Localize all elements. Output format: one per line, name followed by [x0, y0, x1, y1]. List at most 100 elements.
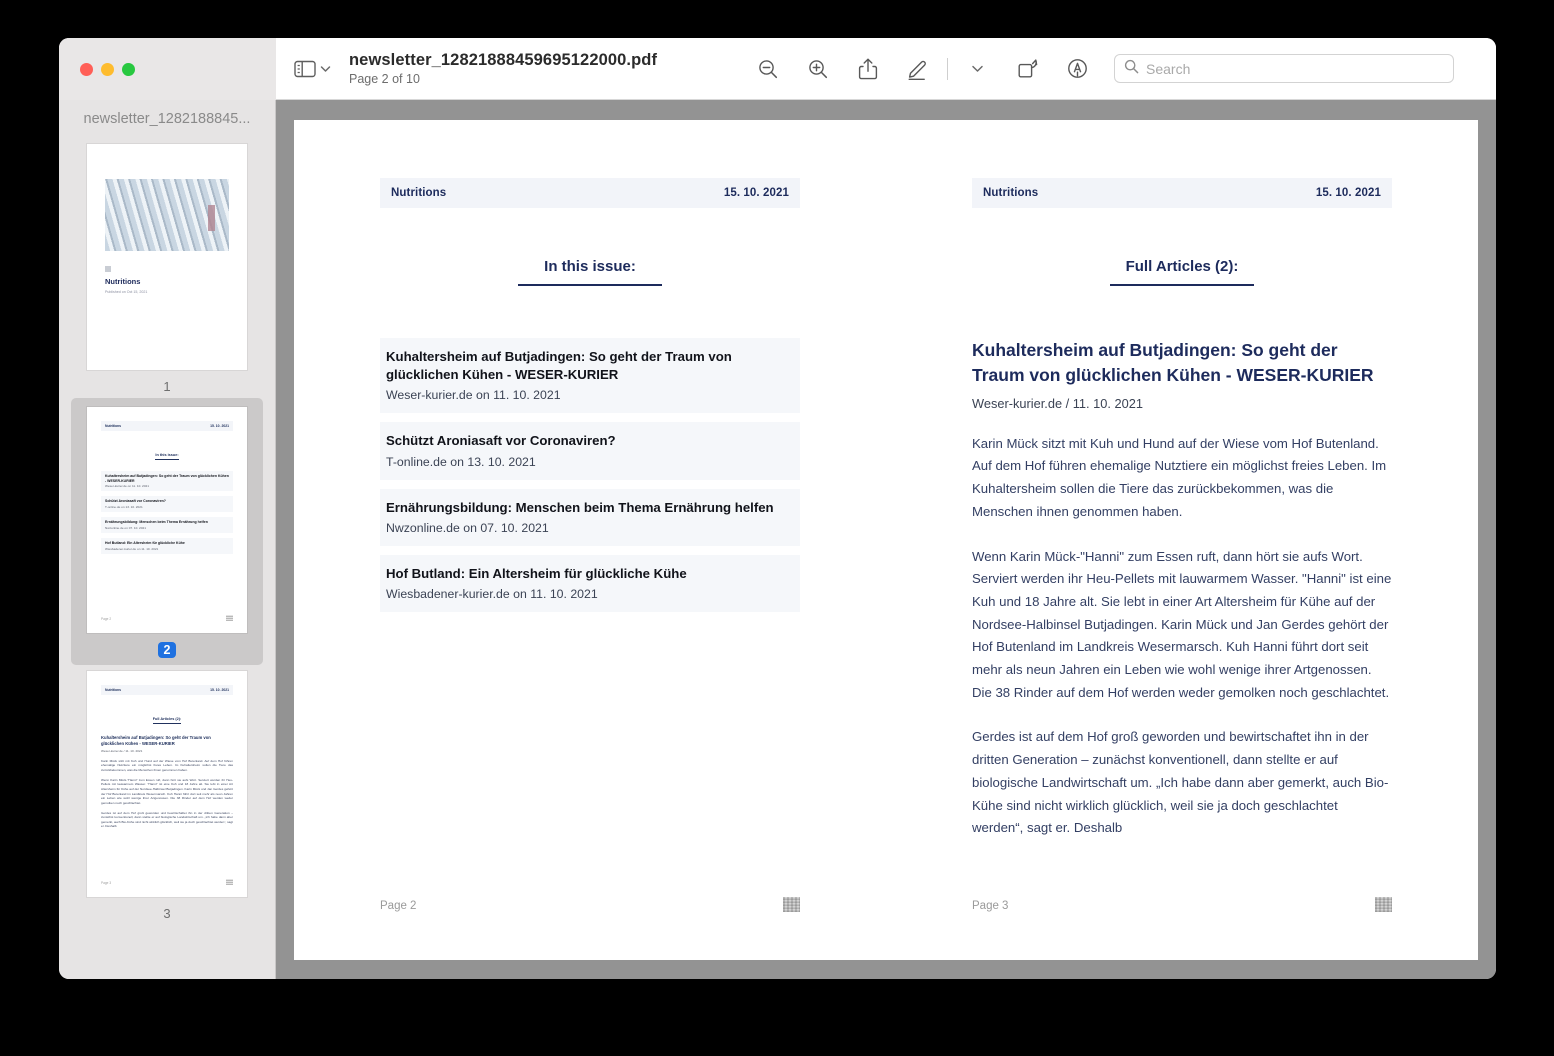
header-date: 15. 10. 2021 [1315, 187, 1381, 199]
zoom-out-icon[interactable] [755, 56, 781, 82]
thumbnail-image: Nutritions Published on Oct 15, 2021 [87, 144, 247, 370]
zoom-in-icon[interactable] [805, 56, 831, 82]
page-header: Nutritions 15. 10. 2021 [972, 178, 1392, 208]
chevron-down-icon[interactable] [964, 56, 990, 82]
thumbnail-page-3[interactable]: Nutritions 15. 10. 2021 Full Articles (2… [59, 665, 275, 925]
window-body: newsletter_1282188845... Nutritions Publ… [59, 100, 1496, 979]
document-page-2: Nutritions 15. 10. 2021 In this issue: K… [294, 120, 886, 960]
list-item-title: Kuhaltersheim auf Butjadingen: So geht d… [386, 349, 732, 383]
section-heading: In this issue: [380, 258, 800, 286]
mini-list-item: Ernährungsbildung: Menschen beim Thema E… [101, 517, 233, 533]
list-item-title: Ernährungsbildung: Menschen beim Thema E… [386, 499, 774, 515]
page-header: Nutritions 15. 10. 2021 [380, 178, 800, 208]
table-of-contents: Kuhaltersheim auf Butjadingen: So geht d… [380, 338, 800, 613]
article-paragraph: Gerdes ist auf dem Hof groß geworden und… [972, 729, 1389, 836]
thumbnail-content: Nutritions 15. 10. 2021 Full Articles (2… [87, 671, 247, 897]
mini-section-title: In this issue: [101, 443, 233, 461]
article-paragraph: Karin Mück sitzt mit Kuh und Hund auf de… [972, 435, 1387, 519]
list-item-source: Wiesbadener-kurier.de on 11. 10. 2021 [386, 587, 598, 602]
mini-footer-label: Page 3 [101, 881, 112, 885]
minimize-button[interactable] [101, 62, 114, 76]
sidebar-toggle-group[interactable] [294, 60, 331, 78]
chevron-down-icon[interactable] [320, 65, 331, 73]
list-item-source: Weser-kurier.de on 11. 10. 2021 [386, 388, 561, 403]
document-page-3: Nutritions 15. 10. 2021 Full Articles (2… [886, 120, 1478, 960]
mini-date: 15. 10. 2021 [210, 424, 229, 428]
mini-date: 15. 10. 2021 [210, 688, 229, 692]
document-viewer[interactable]: Nutritions 15. 10. 2021 In this issue: K… [276, 100, 1496, 979]
share-icon[interactable] [855, 56, 881, 82]
publisher-logo [226, 879, 233, 885]
close-button[interactable] [80, 62, 93, 76]
footer-page-label: Page 3 [972, 900, 1009, 912]
thumbnail-page-label: 2 [157, 642, 177, 658]
sidebar-icon[interactable] [294, 60, 316, 78]
mini-header: Nutritions 15. 10. 2021 [101, 421, 233, 431]
list-item[interactable]: Kuhaltersheim auf Butjadingen: So geht d… [380, 338, 800, 414]
thumbnail-sidebar[interactable]: newsletter_1282188845... Nutritions Publ… [59, 100, 276, 979]
page-footer: Page 3 [972, 897, 1392, 912]
list-item[interactable]: Ernährungsbildung: Menschen beim Thema E… [380, 488, 800, 546]
thumbnail-image: Nutritions 15. 10. 2021 In this issue: K… [87, 407, 247, 633]
titlebar: newsletter_12821888459695122000.pdf Page… [59, 38, 1496, 100]
publisher-logo [783, 897, 800, 912]
section-heading: Full Articles (2): [972, 258, 1392, 286]
cover-title: Nutritions [105, 277, 141, 286]
article-title: Kuhaltersheim auf Butjadingen: So geht d… [972, 340, 1374, 386]
publisher-logo [226, 615, 233, 621]
mini-list-item: Schützt Aroniasaft vor Coronaviren? T-on… [101, 496, 233, 513]
publisher-logo [1375, 897, 1392, 912]
thumbnail-image: Nutritions 15. 10. 2021 Full Articles (2… [87, 671, 247, 897]
search-input[interactable] [1146, 60, 1444, 77]
document-titleblock: newsletter_12821888459695122000.pdf Page… [349, 51, 657, 86]
header-brand: Nutritions [983, 187, 1039, 199]
article-paragraph: Wenn Karin Mück-"Hanni" zum Essen ruft, … [972, 548, 1392, 700]
mini-paragraph: Gerdes ist auf dem Hof groß geworden und… [101, 810, 233, 829]
header-brand: Nutritions [391, 187, 447, 199]
page-spread: Nutritions 15. 10. 2021 In this issue: K… [294, 120, 1478, 960]
mini-footer: Page 3 [101, 879, 233, 885]
list-item[interactable]: Hof Butland: Ein Altersheim für glücklic… [380, 554, 800, 613]
thumbnail-page-label: 1 [163, 379, 171, 394]
page-indicator: Page 2 of 10 [349, 71, 420, 86]
page-footer: Page 2 [380, 897, 800, 912]
list-item[interactable]: Schützt Aroniasaft vor Coronaviren? T-on… [380, 422, 800, 480]
page-title: newsletter_12821888459695122000.pdf [349, 50, 658, 69]
thumbnail-page-2[interactable]: Nutritions 15. 10. 2021 In this issue: K… [71, 398, 263, 665]
mini-brand: Nutritions [105, 424, 122, 428]
preview-window: newsletter_12821888459695122000.pdf Page… [59, 38, 1496, 979]
header-date: 15. 10. 2021 [723, 187, 789, 199]
search-field[interactable] [1114, 54, 1454, 83]
search-icon [1124, 59, 1139, 79]
mini-footer-label: Page 2 [101, 617, 112, 621]
footer-page-label: Page 2 [380, 900, 417, 912]
markup-icon[interactable] [905, 56, 931, 82]
mini-brand: Nutritions [105, 688, 122, 692]
mini-header: Nutritions 15. 10. 2021 [101, 685, 233, 695]
toolbar-divider [947, 57, 948, 80]
toolbar [755, 54, 1476, 83]
cover-photo [105, 179, 229, 251]
thumbnail-content: Nutritions 15. 10. 2021 In this issue: K… [87, 407, 247, 633]
titlebar-content: newsletter_12821888459695122000.pdf Page… [276, 38, 1496, 100]
cover-mark [105, 266, 111, 272]
mini-article-title: Kuhaltersheim auf Butjadingen: So geht d… [101, 735, 211, 746]
window-controls [59, 38, 276, 100]
list-item-title: Hof Butland: Ein Altersheim für glücklic… [386, 565, 687, 581]
article-source: Weser-kurier.de / 11. 10. 2021 [972, 395, 1143, 411]
list-item-source: T-online.de on 13. 10. 2021 [386, 454, 536, 469]
list-item-title: Schützt Aroniasaft vor Coronaviren? [386, 433, 616, 449]
thumbnail-page-label: 3 [163, 906, 171, 921]
mini-paragraph: Karin Mück sitzt mit Kuh und Hund auf de… [101, 758, 233, 773]
mini-list-item: Kuhaltersheim auf Butjadingen: So geht d… [101, 471, 233, 492]
cover-subtitle: Published on Oct 15, 2021 [105, 290, 148, 294]
mini-article-source: Weser-kurier.de / 11. 10. 2021 [101, 748, 143, 753]
mini-section-title: Full Articles (2): [101, 707, 233, 725]
article: Kuhaltersheim auf Butjadingen: So geht d… [972, 338, 1392, 840]
thumbnail-page-1[interactable]: Nutritions Published on Oct 15, 2021 1 [59, 138, 275, 398]
rotate-icon[interactable] [1014, 56, 1040, 82]
maximize-button[interactable] [122, 62, 135, 76]
list-item-source: Nwzonline.de on 07. 10. 2021 [386, 520, 549, 535]
mini-footer: Page 2 [101, 615, 233, 621]
annotate-icon[interactable] [1064, 56, 1090, 82]
